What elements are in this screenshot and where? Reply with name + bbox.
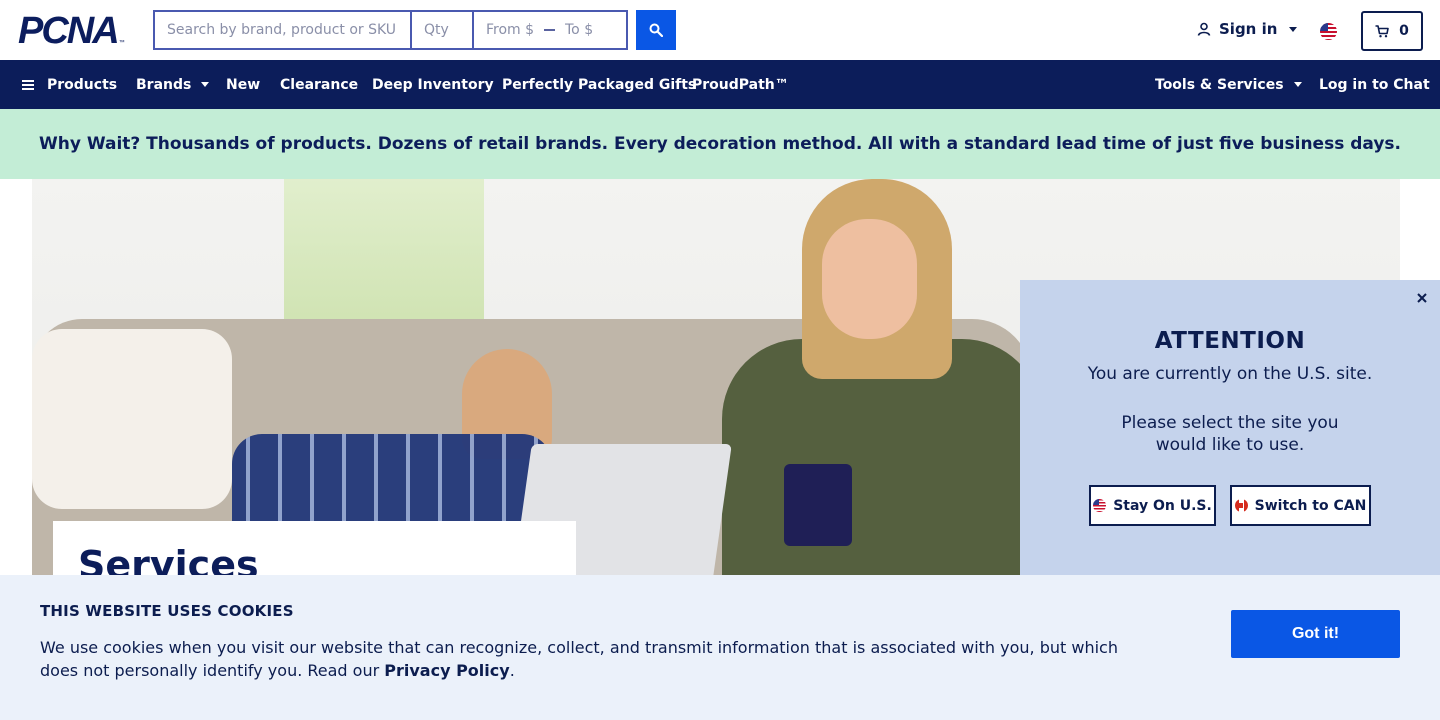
price-to-input[interactable] [565, 22, 613, 38]
us-flag-icon [1093, 499, 1107, 512]
nav-tools-services[interactable]: Tools & Services [1155, 60, 1302, 109]
chevron-down-icon [1293, 82, 1302, 87]
cookie-title: THIS WEBSITE USES COOKIES [40, 602, 294, 620]
hero-woman-face [822, 219, 917, 339]
cookie-banner: THIS WEBSITE USES COOKIES We use cookies… [0, 575, 1440, 720]
promo-banner: Why Wait? Thousands of products. Dozens … [0, 109, 1440, 179]
pcna-logo[interactable]: PCNA ™ [18, 10, 125, 52]
chevron-down-icon [201, 82, 210, 87]
cookie-text-body: We use cookies when you visit our websit… [40, 638, 1118, 680]
attention-title: ATTENTION [1154, 328, 1306, 354]
attention-current-site: You are currently on the U.S. site. [1087, 364, 1373, 384]
nav-tools-services-label: Tools & Services [1155, 76, 1284, 93]
top-header: PCNA ™ Sign in 0 [0, 0, 1440, 60]
search-icon [649, 23, 663, 37]
hero-mug [784, 464, 852, 546]
stay-on-us-label: Stay On U.S. [1113, 497, 1212, 514]
cart-count: 0 [1399, 23, 1409, 39]
user-icon [1197, 22, 1211, 36]
nav-proudpath[interactable]: ProudPath™ [692, 60, 789, 109]
search-input[interactable] [155, 12, 412, 48]
nav-log-in-to-chat[interactable]: Log in to Chat [1319, 60, 1430, 109]
site-selector-popup: ATTENTION You are currently on the U.S. … [1020, 280, 1440, 580]
nav-products[interactable]: Products [22, 60, 117, 109]
sign-in-label: Sign in [1219, 20, 1278, 38]
qty-input[interactable] [412, 12, 474, 48]
nav-brands-label: Brands [136, 76, 192, 93]
cookie-text: We use cookies when you visit our websit… [40, 636, 1150, 682]
chevron-down-icon [1289, 26, 1298, 32]
nav-perfectly-packaged-gifts[interactable]: Perfectly Packaged Gifts [502, 60, 696, 109]
logo-text: PCNA [18, 10, 120, 52]
stay-on-us-button[interactable]: Stay On U.S. [1089, 485, 1216, 526]
logo-trademark: ™ [118, 40, 125, 46]
price-range-dash [544, 29, 555, 31]
hamburger-icon [22, 79, 34, 90]
sign-in-menu[interactable]: Sign in [1197, 20, 1298, 38]
nav-products-label: Products [47, 76, 118, 93]
us-flag-icon[interactable] [1320, 23, 1337, 40]
hero-cushion [32, 329, 232, 509]
cart-icon [1375, 24, 1389, 37]
close-button[interactable] [1414, 290, 1430, 306]
switch-to-can-button[interactable]: Switch to CAN [1230, 485, 1371, 526]
promo-text: Why Wait? Thousands of products. Dozens … [38, 134, 1402, 154]
cart-button[interactable]: 0 [1361, 11, 1423, 51]
got-it-button[interactable]: Got it! [1231, 610, 1400, 658]
search-button[interactable] [636, 10, 676, 50]
nav-deep-inventory[interactable]: Deep Inventory [372, 60, 494, 109]
nav-brands[interactable]: Brands [136, 60, 210, 109]
price-from-input[interactable] [486, 22, 534, 38]
canada-flag-icon [1234, 499, 1248, 512]
nav-clearance[interactable]: Clearance [280, 60, 358, 109]
close-icon [1417, 293, 1427, 303]
switch-to-can-label: Switch to CAN [1254, 497, 1367, 514]
nav-new[interactable]: New [226, 60, 260, 109]
privacy-policy-link[interactable]: Privacy Policy [384, 661, 509, 680]
main-nav: Products Brands New Clearance Deep Inven… [0, 60, 1440, 109]
attention-prompt: Please select the site you would like to… [1121, 413, 1339, 455]
search-bar [153, 10, 628, 50]
price-range [474, 12, 626, 48]
cookie-text-end: . [509, 661, 515, 680]
